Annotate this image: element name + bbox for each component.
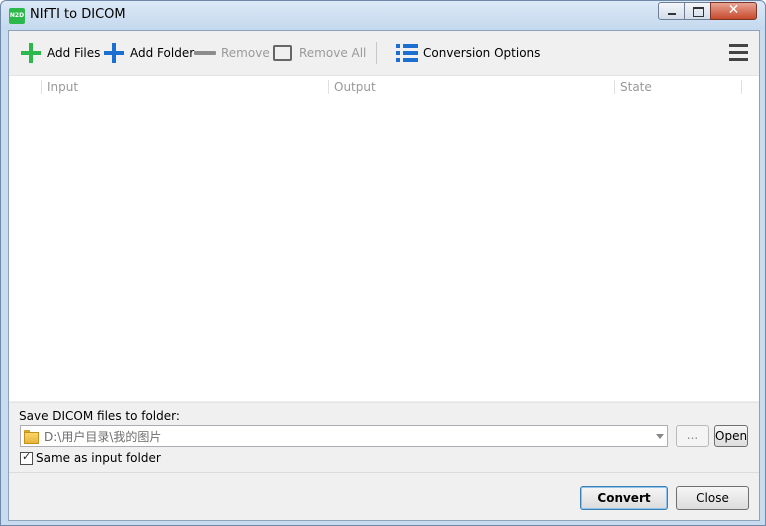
table-header: Input Output State — [9, 76, 759, 98]
maximize-button[interactable] — [684, 2, 711, 20]
chevron-down-icon[interactable] — [656, 434, 664, 439]
output-panel: Save DICOM files to folder: D:\用户目录\我的图片… — [9, 402, 759, 472]
same-as-input-checkbox[interactable] — [20, 450, 33, 465]
browse-button[interactable]: ... — [676, 425, 709, 447]
app-window: N2D NIfTI to DICOM ✕ Add Files Add Folde… — [0, 0, 766, 526]
window-title: NIfTI to DICOM — [30, 7, 126, 22]
open-folder-button[interactable]: Open — [714, 425, 748, 447]
close-button[interactable]: Close — [676, 486, 749, 510]
column-header-state[interactable]: State — [614, 80, 652, 94]
dialog-footer: Convert Close — [9, 472, 759, 520]
conversion-options-label: Conversion Options — [423, 46, 541, 60]
hamburger-menu-icon[interactable] — [729, 44, 748, 62]
output-folder-path: D:\用户目录\我的图片 — [44, 429, 162, 444]
toolbar: Add Files Add Folder Remove Remove All C… — [9, 31, 759, 75]
app-logo-icon: N2D — [9, 8, 25, 24]
box-icon — [273, 45, 292, 61]
same-as-input-option[interactable]: Same as input folder — [20, 450, 161, 465]
title-bar[interactable]: N2D NIfTI to DICOM ✕ — [1, 1, 765, 30]
convert-button[interactable]: Convert — [580, 486, 668, 510]
add-files-button[interactable]: Add Files — [21, 42, 100, 64]
conversion-options-button[interactable]: Conversion Options — [396, 42, 540, 64]
column-header-output[interactable]: Output — [328, 80, 376, 94]
close-icon: ✕ — [727, 2, 740, 18]
file-table[interactable]: Input Output State — [9, 75, 759, 401]
add-files-label: Add Files — [47, 46, 101, 60]
add-folder-button[interactable]: Add Folder — [104, 42, 194, 64]
client-area: Add Files Add Folder Remove Remove All C… — [8, 30, 760, 521]
plus-icon — [21, 43, 41, 63]
list-icon — [396, 44, 418, 62]
add-folder-label: Add Folder — [130, 46, 195, 60]
minimize-button[interactable] — [658, 2, 685, 20]
remove-label: Remove — [221, 46, 270, 60]
plus-icon — [104, 43, 124, 63]
column-header-input[interactable]: Input — [41, 80, 78, 94]
folder-icon — [24, 430, 39, 444]
same-as-input-label: Same as input folder — [36, 451, 161, 465]
close-window-button[interactable]: ✕ — [710, 2, 757, 20]
column-divider — [741, 80, 742, 94]
minus-icon — [194, 51, 216, 55]
remove-button[interactable]: Remove — [194, 42, 270, 64]
output-folder-combobox[interactable]: D:\用户目录\我的图片 — [20, 425, 668, 447]
remove-all-button[interactable]: Remove All — [273, 42, 366, 64]
toolbar-separator — [376, 42, 377, 64]
save-folder-label: Save DICOM files to folder: — [19, 409, 180, 423]
remove-all-label: Remove All — [299, 46, 367, 60]
